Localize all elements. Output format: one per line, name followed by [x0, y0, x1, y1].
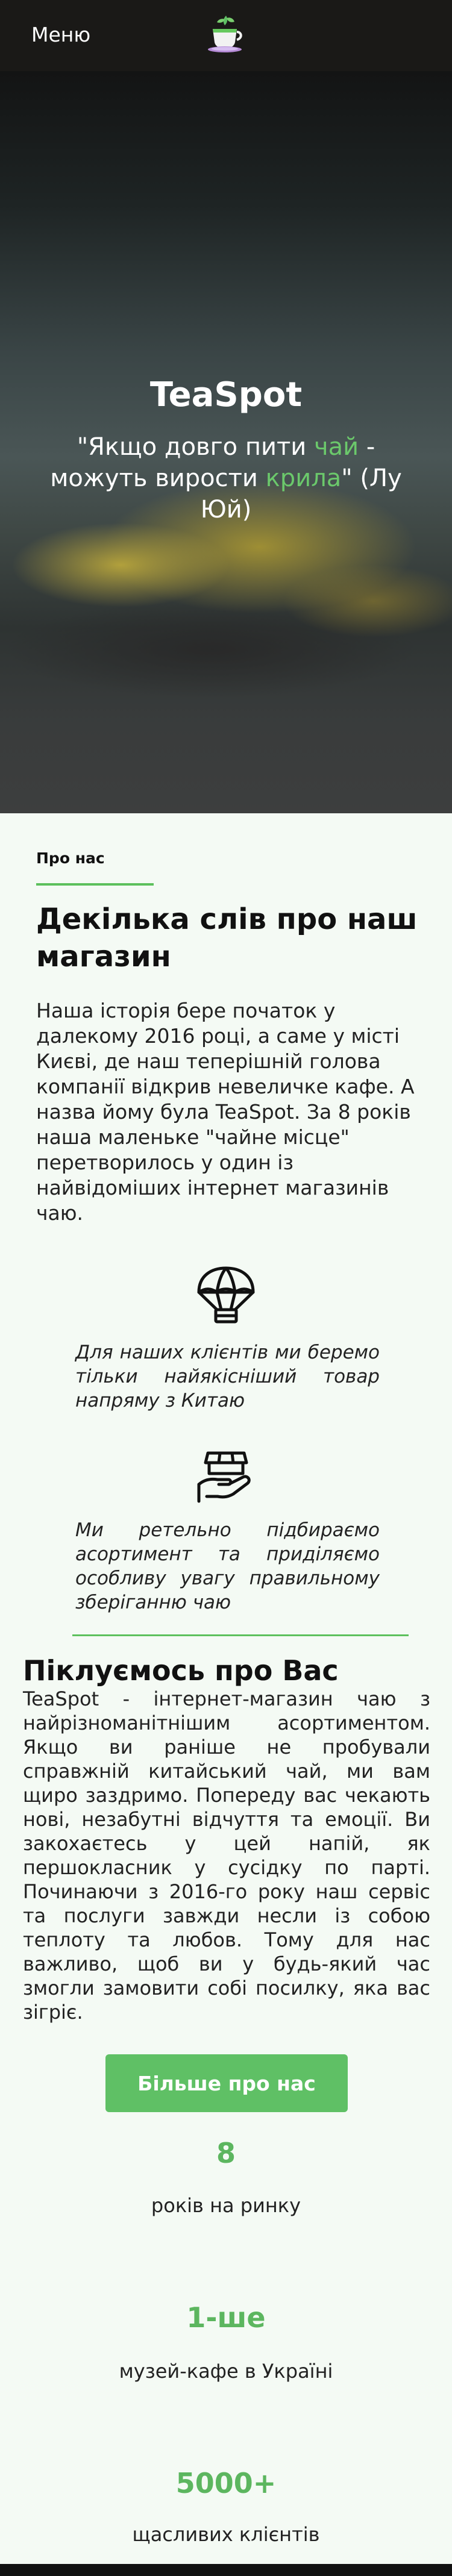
feature-text: Ми ретельно підбираємо асортимент та при… — [75, 1519, 380, 1613]
quote-highlight: чай — [313, 433, 359, 461]
stat-label: щасливих клієнтів — [132, 2523, 320, 2546]
quote-text: "Якщо довго пити — [77, 433, 314, 461]
hero-banner: TeaSpot "Якщо довго пити чай - можуть ви… — [0, 71, 452, 813]
hero-quote: "Якщо довго пити чай - можуть вирости кр… — [27, 431, 425, 525]
section-divider — [36, 883, 154, 886]
care-heading: Піклуємось про Вас — [23, 1654, 339, 1687]
care-text: TeaSpot - інтернет-магазин чаю з найрізн… — [23, 1687, 430, 2024]
more-about-us-button[interactable]: Більше про нас — [105, 2054, 348, 2112]
hero-title: TeaSpot — [149, 375, 303, 414]
section-divider — [72, 1634, 409, 1636]
section-label-about: Про нас — [36, 849, 105, 867]
stat-value: 5000+ — [175, 2467, 277, 2499]
stat-value: 8 — [216, 2137, 236, 2169]
stat-label: музей-кафе в Україні — [119, 2360, 333, 2383]
quote-highlight: крила — [265, 464, 342, 492]
about-heading: Декілька слів про наш магазин — [36, 902, 418, 974]
menu-button[interactable]: Меню — [31, 23, 90, 47]
stat-value: 1-ше — [186, 2301, 266, 2334]
hand-holding-box-icon — [196, 1446, 256, 1506]
parachute-icon — [196, 1265, 256, 1325]
about-text: Наша історія бере початок у далекому 201… — [36, 999, 415, 1225]
stat-label: років на ринку — [151, 2194, 301, 2217]
tea-cup-icon[interactable] — [202, 12, 250, 54]
top-bar: Меню — [0, 0, 452, 71]
feature-text: Для наших клієнтів ми беремо тільки найя… — [75, 1342, 380, 1411]
footer-edge — [0, 2564, 452, 2576]
